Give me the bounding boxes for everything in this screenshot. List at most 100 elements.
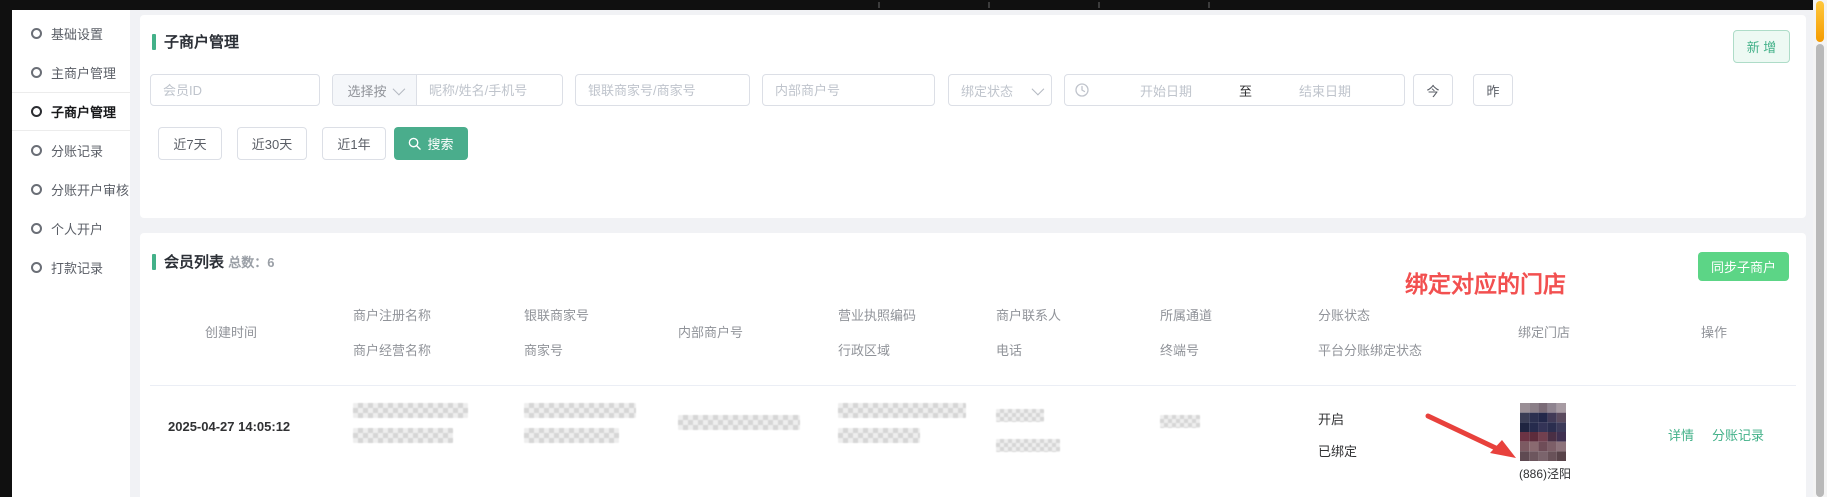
- sidebar-item-personal-account[interactable]: 个人开户: [12, 209, 130, 248]
- bind-status-dropdown[interactable]: 绑定状态: [948, 74, 1052, 106]
- list-title-text: 会员列表: [164, 254, 224, 271]
- sidebar-item-label: 分账开户审核: [51, 180, 129, 199]
- search-button-label: 搜索: [427, 134, 453, 153]
- sidebar-item-label: 子商户管理: [51, 102, 116, 121]
- scrollbar-thumb[interactable]: [1816, 44, 1824, 497]
- redacted-phone: [996, 439, 1060, 452]
- redacted-license-no: [838, 403, 966, 418]
- col-header-region: 行政区域: [838, 340, 890, 359]
- sidebar-item-split-records[interactable]: 分账记录: [12, 131, 130, 170]
- chevron-down-icon: [392, 82, 405, 95]
- table-header-divider: [150, 385, 1796, 386]
- cell-created-at: 2025-04-27 14:05:12: [168, 419, 290, 434]
- sidebar-item-label: 打款记录: [51, 258, 103, 277]
- cell-store-name: (886)泾阳: [1505, 465, 1585, 482]
- sidebar-item-payment-records[interactable]: 打款记录: [12, 248, 130, 287]
- nickname-input[interactable]: [417, 75, 562, 105]
- col-header-action: 操作: [1701, 322, 1727, 341]
- bind-status-placeholder: 绑定状态: [961, 81, 1013, 100]
- sidebar-item-label: 基础设置: [51, 24, 103, 43]
- chevron-down-icon: [1032, 82, 1045, 95]
- col-header-internal-no: 内部商户号: [678, 322, 743, 341]
- red-annotation-text: 绑定对应的门店: [1405, 265, 1566, 299]
- yesterday-button[interactable]: 昨: [1473, 74, 1513, 106]
- radio-circle-icon: [31, 184, 42, 195]
- topbar-separator: [988, 2, 990, 8]
- detail-link[interactable]: 详情: [1668, 425, 1694, 444]
- select-by-dropdown[interactable]: 选择按: [333, 75, 417, 105]
- radio-circle-icon: [31, 28, 42, 39]
- col-header-platform-bind: 平台分账绑定状态: [1318, 340, 1422, 359]
- redacted-channel: [1160, 415, 1200, 428]
- today-button[interactable]: 今: [1413, 74, 1453, 106]
- section-accent-bar: [152, 34, 156, 50]
- sidebar-item-sub-merchant[interactable]: 子商户管理: [12, 92, 130, 131]
- redacted-biz-name: [353, 428, 453, 443]
- scroll-position-orange-marker: [1816, 1, 1824, 42]
- redacted-contact: [996, 409, 1044, 422]
- last-1-year-button[interactable]: 近1年: [322, 127, 386, 160]
- member-id-input[interactable]: [150, 74, 320, 106]
- date-range-to-label: 至: [1235, 81, 1256, 100]
- sidebar-item-split-account-review[interactable]: 分账开户审核: [12, 170, 130, 209]
- end-date-placeholder: 结束日期: [1256, 81, 1394, 100]
- page-title: 子商户管理: [164, 31, 239, 52]
- clock-icon: [1075, 83, 1089, 97]
- col-header-biz-name: 商户经营名称: [353, 340, 431, 359]
- radio-circle-icon: [31, 145, 42, 156]
- member-list-card: 会员列表 总数：6 同步子商户 绑定对应的门店 创建时间 商户注册名称 商户经营…: [140, 233, 1806, 497]
- last-30-days-button[interactable]: 近30天: [237, 127, 307, 160]
- store-thumbnail[interactable]: [1520, 403, 1566, 461]
- list-title: 会员列表 总数：6: [164, 251, 274, 272]
- select-by-label: 选择按: [347, 81, 386, 100]
- redacted-merchant-no: [524, 428, 619, 443]
- col-header-terminal: 终端号: [1160, 340, 1199, 359]
- redacted-region: [838, 428, 920, 443]
- scrollbar-track[interactable]: [1813, 0, 1827, 497]
- last-7-days-button[interactable]: 近7天: [158, 127, 222, 160]
- radio-circle-icon: [31, 106, 42, 117]
- internal-no-input[interactable]: [762, 74, 935, 106]
- col-header-merchant-no: 商家号: [524, 340, 563, 359]
- radio-circle-icon: [31, 67, 42, 78]
- unionpay-no-field: [575, 74, 750, 106]
- unionpay-no-input[interactable]: [575, 74, 750, 106]
- col-header-phone: 电话: [996, 340, 1022, 359]
- topbar-separator: [878, 2, 880, 8]
- browser-top-bar: [0, 0, 1827, 10]
- filter-card: 子商户管理 新 增 选择按 绑定状态: [140, 15, 1806, 218]
- sidebar-item-label: 分账记录: [51, 141, 103, 160]
- total-count-label: 总数：6: [228, 255, 274, 270]
- left-edge-strip: [0, 0, 12, 497]
- date-range-picker[interactable]: 开始日期 至 结束日期: [1064, 74, 1405, 106]
- add-button[interactable]: 新 增: [1733, 30, 1790, 63]
- search-by-group: 选择按: [332, 74, 563, 106]
- radio-circle-icon: [31, 262, 42, 273]
- col-header-contact: 商户联系人: [996, 305, 1061, 324]
- cell-platform-bind-status: 已绑定: [1318, 441, 1357, 460]
- split-records-link[interactable]: 分账记录: [1712, 425, 1764, 444]
- col-header-split-status: 分账状态: [1318, 305, 1370, 324]
- col-header-created: 创建时间: [205, 322, 257, 341]
- col-header-channel: 所属通道: [1160, 305, 1212, 324]
- sidebar-item-label: 个人开户: [51, 219, 103, 238]
- member-id-field: [150, 74, 320, 106]
- col-header-reg-name: 商户注册名称: [353, 305, 431, 324]
- radio-circle-icon: [31, 223, 42, 234]
- search-button[interactable]: 搜索: [394, 127, 468, 160]
- topbar-separator: [1208, 2, 1210, 8]
- sidebar: 基础设置 主商户管理 子商户管理 分账记录 分账开户审核 个人开户 打款记录: [12, 10, 130, 497]
- start-date-placeholder: 开始日期: [1097, 81, 1235, 100]
- col-header-store: 绑定门店: [1518, 322, 1570, 341]
- cell-split-status: 开启: [1318, 409, 1344, 428]
- redacted-unionpay-no: [524, 403, 636, 418]
- app-screen: 基础设置 主商户管理 子商户管理 分账记录 分账开户审核 个人开户 打款记录: [0, 0, 1827, 497]
- sync-sub-merchant-button[interactable]: 同步子商户: [1698, 252, 1789, 281]
- search-icon: [408, 137, 421, 150]
- col-header-unionpay-no: 银联商家号: [524, 305, 589, 324]
- redacted-internal-no: [678, 415, 800, 430]
- sidebar-item-basic-settings[interactable]: 基础设置: [12, 14, 130, 53]
- sidebar-item-label: 主商户管理: [51, 63, 116, 82]
- topbar-separator: [1098, 2, 1100, 8]
- sidebar-item-main-merchant[interactable]: 主商户管理: [12, 53, 130, 92]
